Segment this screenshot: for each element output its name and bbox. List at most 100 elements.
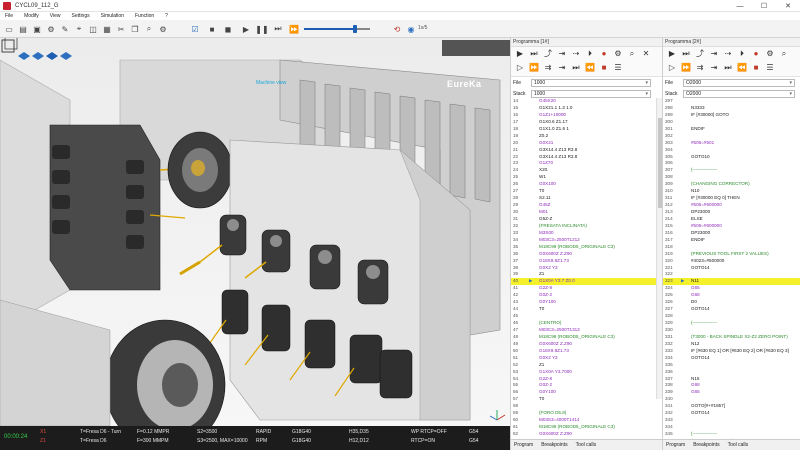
code-line[interactable]: 36 G0X600Z Z.Z90 xyxy=(511,251,662,258)
step-icon[interactable]: ⏭ xyxy=(529,49,539,59)
code-line[interactable]: 302 xyxy=(663,133,800,140)
code-line[interactable]: 17 G1X0.6 Z1.17 xyxy=(511,119,662,126)
close-panel-icon[interactable]: ✕ xyxy=(641,49,651,59)
code-line[interactable]: 297 xyxy=(663,98,800,105)
code-line[interactable]: 44 T0 xyxy=(511,306,662,313)
code-line[interactable]: 309 (CHANGING CORRECTOR) xyxy=(663,181,800,188)
check-icon[interactable]: ☑ xyxy=(189,23,201,35)
settings-icon[interactable]: ⚙ xyxy=(765,49,775,59)
code-line[interactable]: 34 M03C3=2500T1212 xyxy=(511,237,662,244)
reset-icon[interactable]: ⟲ xyxy=(391,23,403,35)
forward-end-icon[interactable]: ⏭ xyxy=(723,63,733,73)
grid-icon[interactable]: ▦ xyxy=(101,23,113,35)
tab-program[interactable]: Program xyxy=(514,442,533,448)
code-line[interactable]: 345 (---------------- xyxy=(663,431,800,438)
code-line[interactable]: 49 G0X600Z Z.Z90 xyxy=(511,341,662,348)
code-line[interactable]: 45 xyxy=(511,313,662,320)
step-end-icon[interactable]: ⇥ xyxy=(557,63,567,73)
cut-icon[interactable]: ✂ xyxy=(115,23,127,35)
code-line[interactable]: 51 G0X2 Y3 xyxy=(511,355,662,362)
code-line[interactable]: 342 GOTO14 xyxy=(663,410,800,417)
step-icon[interactable]: ⏭ xyxy=(681,49,691,59)
code-line[interactable]: 33 M3S00 xyxy=(511,230,662,237)
code-line[interactable]: 23 G1Z70 xyxy=(511,160,662,167)
settings-icon[interactable]: ⚙ xyxy=(157,23,169,35)
skip-icon[interactable]: ⇉ xyxy=(695,63,705,73)
tool-icon[interactable]: ✎ xyxy=(59,23,71,35)
code-line[interactable]: 32 (FRESATA INCLINATA) xyxy=(511,223,662,230)
step-end-icon[interactable]: ⇥ xyxy=(709,63,719,73)
code-line[interactable]: 53 G1X0A Y3.7000 xyxy=(511,369,662,376)
tab-breakpoints[interactable]: Breakpoints xyxy=(541,442,567,448)
step-over-icon[interactable]: ⇢ xyxy=(571,49,581,59)
view-cube[interactable] xyxy=(0,38,80,68)
copy-icon[interactable]: ❐ xyxy=(129,23,141,35)
minimize-button[interactable]: — xyxy=(728,0,752,12)
menu-view[interactable]: View xyxy=(50,13,61,19)
speed-icon[interactable]: ◉ xyxy=(405,23,417,35)
code-line[interactable]: 43 G0Y100 xyxy=(511,299,662,306)
code-line[interactable]: 27 T0 xyxy=(511,188,662,195)
code-line[interactable]: 30 M01 xyxy=(511,209,662,216)
step-into-icon[interactable]: ⇥ xyxy=(709,49,719,59)
code-line[interactable]: 338 G68 xyxy=(663,382,800,389)
pause-icon[interactable]: ❚❚ xyxy=(255,23,268,35)
code-line[interactable]: 314 ELSE xyxy=(663,216,800,223)
code-line[interactable]: 50 G18X9.8Z1.73 xyxy=(511,348,662,355)
code-line[interactable]: 343 xyxy=(663,417,800,424)
code-line[interactable]: 56 G0Y100 xyxy=(511,389,662,396)
code-line[interactable]: 321 GOTO14 xyxy=(663,265,800,272)
code-line[interactable]: 61 M18C99 (ROBOD5_ORIGINALE C3) xyxy=(511,424,662,431)
code-line[interactable]: 21 G3X14.4 Z13 R3.8 xyxy=(511,147,662,154)
code-line[interactable]: 299 IF [#30000] GOTO xyxy=(663,112,800,119)
code-line[interactable]: 58 xyxy=(511,403,662,410)
code-line[interactable]: 306 xyxy=(663,160,800,167)
code-line[interactable]: 15 G1X21.1 1.3 1.0 xyxy=(511,105,662,112)
stop-icon[interactable]: ■ xyxy=(206,23,218,35)
code-line[interactable]: 37 G18X9.8Z1.73 xyxy=(511,258,662,265)
forward-end-icon[interactable]: ⏭ xyxy=(571,63,581,73)
menu-function[interactable]: Function xyxy=(135,13,154,19)
file-select[interactable]: File O2000 ▾ xyxy=(663,79,800,88)
code-line[interactable]: 305 GOTO10 xyxy=(663,154,800,161)
menu-help[interactable]: ? xyxy=(165,13,168,19)
code-line[interactable]: 24 X20. xyxy=(511,167,662,174)
code-line[interactable]: 334 GOTO14 xyxy=(663,355,800,362)
code-line[interactable]: 313 DP23000 xyxy=(663,209,800,216)
code-line[interactable]: 48 M18C99 (ROBOD5_ORIGINALE C3) xyxy=(511,334,662,341)
code-line[interactable]: 41 G2Z-8 xyxy=(511,285,662,292)
code-line[interactable]: 19 Z0.2 xyxy=(511,133,662,140)
rewind-icon[interactable]: ⏪ xyxy=(737,63,747,73)
machine-icon[interactable]: ⚙ xyxy=(45,23,57,35)
code-line[interactable]: 331 (T3000 - BACK SPINDLE X2-Z2 ZERO POIN… xyxy=(663,334,800,341)
code-line[interactable]: 59 (FORO D5.8) xyxy=(511,410,662,417)
play-icon[interactable]: ▶ xyxy=(240,23,252,35)
code-line[interactable]: 339 G65 xyxy=(663,389,800,396)
code-line[interactable]: 308 xyxy=(663,174,800,181)
run-icon[interactable]: ▶ xyxy=(667,49,677,59)
stop-square-icon[interactable]: ◼ xyxy=(222,23,234,35)
code-line[interactable]: 325 G68 xyxy=(663,292,800,299)
code-line[interactable]: 336 xyxy=(663,369,800,376)
3d-viewport[interactable]: Machine view EureKa xyxy=(0,38,510,426)
code-line[interactable]: 326 D0 xyxy=(663,299,800,306)
code-line[interactable]: 54 G2Z-8 xyxy=(511,376,662,383)
play-small-icon[interactable]: ▷ xyxy=(667,63,677,73)
code-line[interactable]: 298 N3333 xyxy=(663,105,800,112)
code-line[interactable]: 300 xyxy=(663,119,800,126)
program-code-1[interactable]: 14 G45X20 15 G1X21.1 1.3 1.0 16 G1Z1+10000 17 G… xyxy=(511,98,662,450)
code-line[interactable]: 25 W1 xyxy=(511,174,662,181)
breakpoint-icon[interactable]: ● xyxy=(751,49,761,59)
code-line[interactable]: 312 #506=#600000 xyxy=(663,202,800,209)
code-line[interactable]: 320 #4023=#500000 xyxy=(663,258,800,265)
code-line[interactable]: 323 ▶ N11 xyxy=(663,278,800,286)
layers-icon[interactable]: ◫ xyxy=(87,23,99,35)
program-code-2[interactable]: 297 298 N3333 299 IF [#30000] GOTO 300 301 ENDI… xyxy=(663,98,800,450)
close-button[interactable]: ✕ xyxy=(776,0,800,12)
menu-modify[interactable]: Modify xyxy=(24,13,39,19)
speed-slider-handle[interactable] xyxy=(353,25,357,33)
tab-tool-calls[interactable]: Tool calls xyxy=(576,442,597,448)
open-folder-icon[interactable]: ▤ xyxy=(17,23,29,35)
code-line[interactable]: 38 G0X2 Y3 xyxy=(511,265,662,272)
step-over-icon[interactable]: ⇢ xyxy=(723,49,733,59)
